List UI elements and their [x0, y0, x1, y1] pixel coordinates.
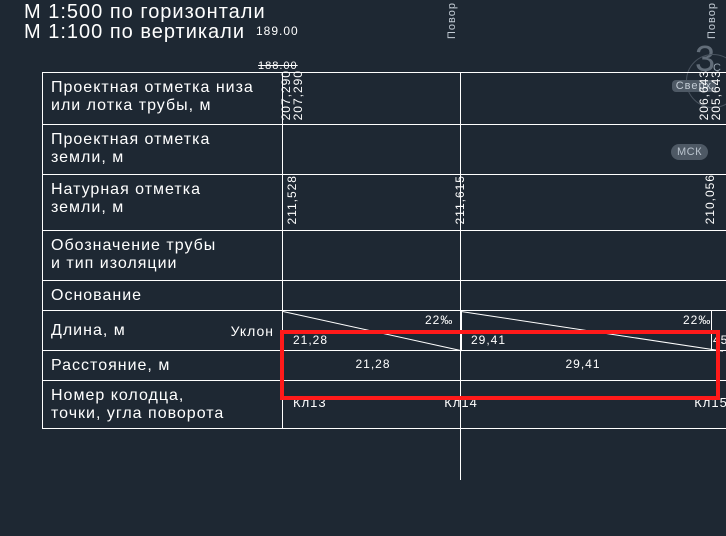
row-label-slope: Уклон	[231, 322, 274, 340]
row-label-design-ground-1: Проектная отметка	[51, 131, 210, 148]
row-label-pipe-type-2: и тип изоляции	[51, 255, 177, 272]
distance-1: 21,28	[355, 357, 390, 371]
row-label-design-ground-2: земли, м	[51, 149, 124, 166]
scale-v: М 1:100 по вертикали	[24, 22, 266, 42]
natural-kl15: 210,056	[703, 174, 717, 224]
manhole-id-3: Кл15	[694, 395, 726, 410]
pipe-invert-kl15b: 205,643	[709, 70, 723, 120]
row-label-pipe-invert-2: или лотка трубы, м	[51, 97, 212, 114]
slope-val-1: 22‰	[425, 313, 453, 327]
natural-kl14: 211,615	[453, 175, 467, 225]
slope-length-strip: 22‰ 21,28 22‰ 29,41 45,6	[283, 311, 726, 350]
row-label-length: Длина, м	[51, 322, 126, 340]
length-val-tail: 45,6	[713, 333, 726, 347]
row-label-pipe-type-1: Обозначение трубы	[51, 237, 216, 254]
scale-h: М 1:500 по горизонтали	[24, 2, 266, 22]
length-val-1: 21,28	[293, 333, 328, 347]
row-label-distance: Расстояние, м	[51, 357, 170, 374]
elev-top: 189.00	[256, 24, 299, 38]
pipe-invert-kl13b: 207,290	[291, 70, 305, 120]
manhole-id-2: Кл14	[444, 395, 478, 410]
row-label-manhole-1: Номер колодца,	[51, 387, 184, 404]
slope-val-2: 22‰	[683, 313, 711, 327]
row-label-base: Основание	[51, 287, 142, 304]
row-label-pipe-invert-1: Проектная отметка низа	[51, 79, 254, 96]
turn-label-left: Повор	[446, 2, 458, 39]
profile-table: Проектная отметка низа или лотка трубы, …	[42, 72, 726, 429]
distance-2: 29,41	[565, 357, 600, 371]
natural-kl13: 211,528	[285, 175, 299, 225]
row-label-manhole-2: точки, угла поворота	[51, 405, 224, 422]
seg-divider-2	[711, 311, 712, 350]
seg-divider-1	[461, 311, 462, 350]
row-label-natural-ground-2: земли, м	[51, 199, 124, 216]
manhole-id-1: Кл13	[293, 395, 327, 410]
row-label-natural-ground-1: Натурная отметка	[51, 181, 201, 198]
length-val-2: 29,41	[471, 333, 506, 347]
